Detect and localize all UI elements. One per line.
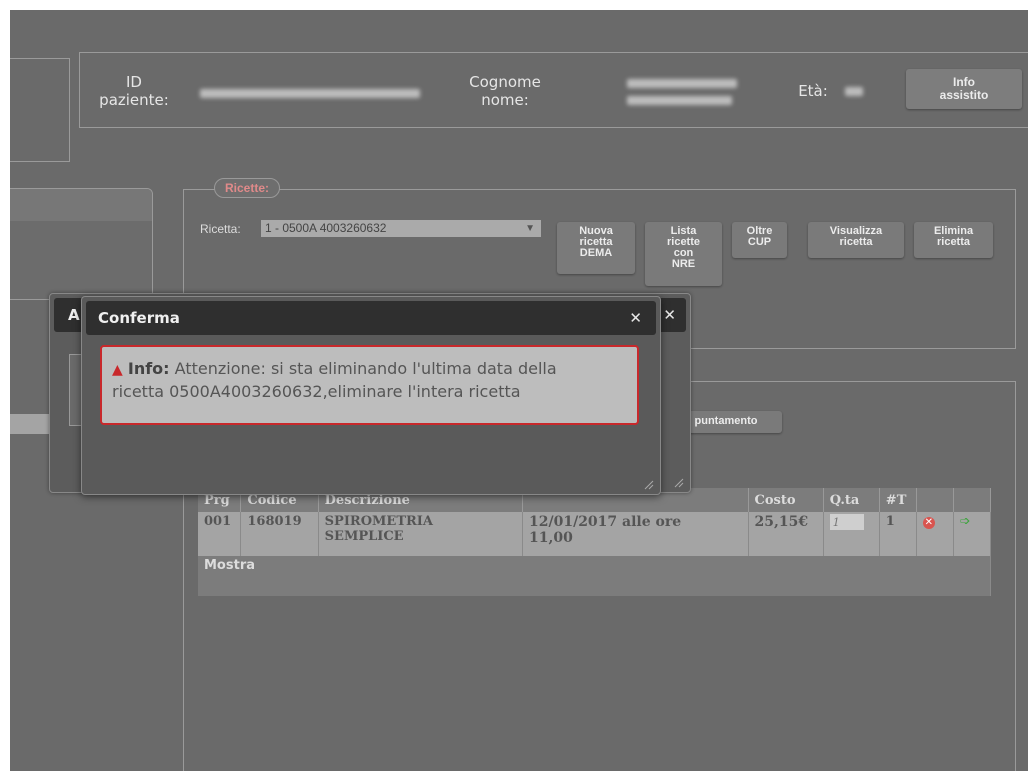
close-icon[interactable]: ✕	[629, 301, 642, 335]
delete-icon[interactable]: ✕	[922, 517, 935, 529]
table-row: 001 168019 SPIROMETRIA SEMPLICE 12/01/20…	[198, 512, 992, 556]
background-close-icon[interactable]: ✕	[663, 298, 676, 332]
left-panel-header	[10, 189, 152, 221]
cell-costo: 25,15€	[748, 512, 824, 556]
forward-arrow-icon[interactable]: ➩	[960, 514, 971, 529]
alert-info-label: Info:	[127, 359, 170, 378]
age-value	[845, 87, 863, 96]
table-footer-row: Mostra	[198, 556, 991, 596]
dialog-title-bar: Conferma ✕	[86, 301, 656, 335]
cell-qta	[823, 512, 880, 556]
left-panel	[10, 188, 153, 300]
patient-id-label: ID paziente:	[99, 73, 169, 109]
age-label: Età:	[798, 82, 828, 100]
col-costo: Costo	[748, 488, 824, 512]
cell-action: ➩	[953, 512, 992, 556]
mostra-link[interactable]: Mostra	[198, 556, 991, 596]
cell-codice: 168019	[240, 512, 319, 556]
col-delete	[916, 488, 954, 512]
patient-header: ID paziente: Cognome nome: Età: Info ass…	[79, 52, 1028, 128]
dialog-title: Conferma	[98, 309, 180, 327]
cell-prg: 001	[198, 512, 242, 556]
alert-message-2: ricetta 0500A4003260632,eliminare l'inte…	[112, 382, 521, 401]
resize-grip-icon[interactable]	[644, 480, 654, 490]
col-action	[953, 488, 992, 512]
visualizza-ricetta-button[interactable]: Visualizza ricetta	[808, 222, 904, 258]
col-t: #T	[879, 488, 917, 512]
ricetta-select-value: 1 - 0500A 4003260632	[265, 221, 387, 235]
cell-descrizione: SPIROMETRIA SEMPLICE	[318, 512, 524, 556]
elimina-ricetta-button[interactable]: Elimina ricetta	[914, 222, 993, 258]
lista-ricette-nre-button[interactable]: Lista ricette con NRE	[645, 222, 722, 286]
ricette-legend: Ricette:	[214, 178, 281, 198]
patient-id-value	[200, 89, 420, 98]
ricetta-select-label: Ricetta:	[200, 222, 241, 236]
oltre-cup-button[interactable]: Oltre CUP	[732, 222, 787, 258]
chevron-down-icon: ▼	[525, 223, 535, 234]
alert-message-1: Attenzione: si sta eliminando l'ultima d…	[174, 359, 557, 378]
qta-input[interactable]	[829, 514, 864, 530]
conferma-dialog: Conferma ✕ ▲ Info: Attenzione: si sta el…	[81, 296, 661, 495]
left-top-panel	[10, 58, 70, 162]
resize-grip-icon[interactable]	[674, 478, 684, 488]
ricetta-select[interactable]: 1 - 0500A 4003260632 ▼	[261, 220, 541, 237]
nuova-ricetta-dema-button[interactable]: Nuova ricetta DEMA	[557, 222, 635, 274]
cell-data: 12/01/2017 alle ore 11,00	[522, 512, 749, 556]
patient-surname-value	[627, 79, 737, 88]
cell-delete: ✕	[916, 512, 954, 556]
prestazioni-table: Prg Codice Descrizione Costo Q.ta #T 001…	[198, 488, 992, 596]
cell-t: 1	[879, 512, 917, 556]
app-window: ID paziente: Cognome nome: Età: Info ass…	[10, 10, 1028, 771]
patient-name-label: Cognome nome:	[469, 73, 541, 109]
warning-icon: ▲	[112, 362, 123, 378]
info-alert: ▲ Info: Attenzione: si sta eliminando l'…	[100, 345, 639, 425]
info-assistito-button[interactable]: Info assistito	[906, 69, 1022, 109]
col-qta: Q.ta	[823, 488, 880, 512]
alert-line-1: ▲ Info: Attenzione: si sta eliminando l'…	[112, 358, 627, 381]
patient-name-value	[627, 96, 732, 105]
